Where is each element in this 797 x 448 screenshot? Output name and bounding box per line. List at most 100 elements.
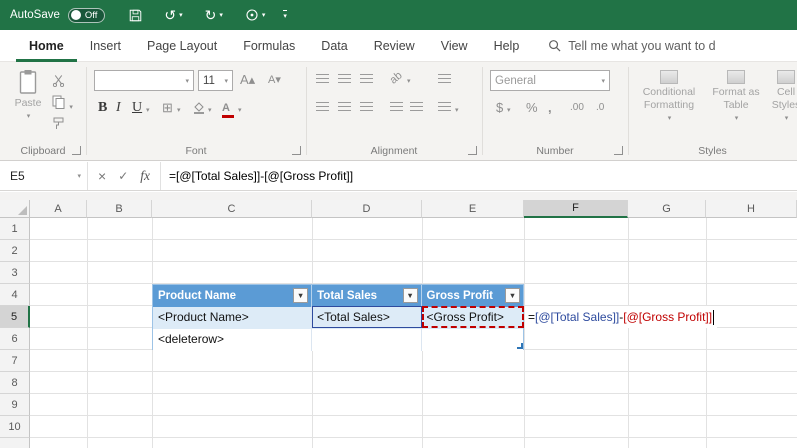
cell-styles-button[interactable]: Cell Styles ▾ xyxy=(766,70,797,122)
orientation-icon[interactable]: ab xyxy=(388,69,405,86)
decrease-decimal-icon[interactable]: .0 xyxy=(596,103,604,113)
table-header-total-sales[interactable]: Total Sales ▼ xyxy=(312,285,422,307)
row-header-11[interactable] xyxy=(0,438,30,448)
row-header-2[interactable]: 2 xyxy=(0,240,30,262)
column-header-b[interactable]: B xyxy=(87,200,152,218)
fill-color-icon[interactable] xyxy=(192,101,205,117)
column-header-e[interactable]: E xyxy=(422,200,524,218)
paste-button[interactable]: Paste ▾ xyxy=(8,69,48,120)
format-as-table-button[interactable]: Format as Table ▾ xyxy=(708,70,764,122)
table-header-product-name[interactable]: Product Name ▼ xyxy=(153,285,313,307)
accounting-format-icon[interactable]: $ xyxy=(496,101,503,114)
increase-font-size-icon[interactable]: A▴ xyxy=(240,73,255,86)
font-color-icon[interactable]: A xyxy=(222,100,234,118)
filter-dropdown-icon[interactable]: ▼ xyxy=(402,288,418,303)
cell-C6[interactable]: <deleterow> xyxy=(153,329,313,351)
tab-data[interactable]: Data xyxy=(308,30,360,62)
cell-C5[interactable]: <Product Name> xyxy=(153,307,313,329)
increase-indent-icon[interactable] xyxy=(410,102,423,112)
format-painter-button[interactable] xyxy=(52,117,65,134)
chevron-down-icon[interactable]: ▾ xyxy=(407,77,411,85)
row-header-4[interactable]: 4 xyxy=(0,284,30,306)
decrease-indent-icon[interactable] xyxy=(390,102,403,112)
align-middle-icon[interactable] xyxy=(338,74,351,84)
borders-icon[interactable]: ⊞ xyxy=(162,101,173,114)
column-header-f[interactable]: F xyxy=(524,200,628,218)
tab-formulas[interactable]: Formulas xyxy=(230,30,308,62)
dialog-launcher-icon[interactable] xyxy=(614,146,623,155)
formula-input[interactable]: =[@[Total Sales]]-[@[Gross Profit]] xyxy=(161,162,353,190)
copy-button[interactable]: ▾ xyxy=(52,95,73,112)
save-button[interactable] xyxy=(129,9,142,22)
font-name-select[interactable]: ▾ xyxy=(94,70,194,91)
chevron-down-icon[interactable]: ▾ xyxy=(262,11,266,19)
align-left-icon[interactable] xyxy=(316,102,329,112)
chevron-down-icon[interactable]: ▾ xyxy=(177,106,181,114)
enter-icon[interactable]: ✓ xyxy=(118,169,128,183)
cell-E6[interactable] xyxy=(422,329,523,351)
row-header-3[interactable]: 3 xyxy=(0,262,30,284)
row-header-1[interactable]: 1 xyxy=(0,218,30,240)
chevron-down-icon[interactable]: ▾ xyxy=(77,172,81,180)
column-header-g[interactable]: G xyxy=(628,200,706,218)
tab-help[interactable]: Help xyxy=(481,30,533,62)
row-header-5[interactable]: 5 xyxy=(0,306,30,328)
row-header-9[interactable]: 9 xyxy=(0,394,30,416)
redo-button[interactable]: ↻ ▾ xyxy=(205,8,223,22)
tab-home[interactable]: Home xyxy=(16,30,77,62)
insert-function-icon[interactable]: fx xyxy=(140,168,150,184)
underline-button[interactable]: U xyxy=(132,100,142,116)
italic-button[interactable]: I xyxy=(116,100,121,116)
align-center-icon[interactable] xyxy=(338,102,351,112)
font-size-select[interactable]: 11 ▾ xyxy=(198,70,233,91)
chevron-down-icon[interactable]: ▾ xyxy=(208,106,212,114)
row-header-8[interactable]: 8 xyxy=(0,372,30,394)
chevron-down-icon[interactable]: ▾ xyxy=(238,106,242,114)
cut-button[interactable] xyxy=(52,74,65,90)
cancel-icon[interactable]: × xyxy=(98,168,106,184)
decrease-font-size-icon[interactable]: A▾ xyxy=(268,75,281,86)
row-header-6[interactable]: 6 xyxy=(0,328,30,350)
chevron-down-icon[interactable]: ▾ xyxy=(507,106,511,114)
row-header-10[interactable]: 10 xyxy=(0,416,30,438)
tab-insert[interactable]: Insert xyxy=(77,30,134,62)
increase-decimal-icon[interactable]: .00 xyxy=(570,103,584,113)
align-top-icon[interactable] xyxy=(316,74,329,84)
align-bottom-icon[interactable] xyxy=(360,74,373,84)
table-header-gross-profit[interactable]: Gross Profit ▼ xyxy=(421,285,523,307)
chevron-down-icon[interactable]: ▾ xyxy=(179,11,183,19)
name-box[interactable]: E5 ▾ xyxy=(0,162,88,190)
touch-mouse-mode-button[interactable]: ▾ xyxy=(245,8,266,22)
chevron-down-icon[interactable]: ▾ xyxy=(219,11,223,19)
dialog-launcher-icon[interactable] xyxy=(468,146,477,155)
dialog-launcher-icon[interactable] xyxy=(72,146,81,155)
select-all-corner[interactable] xyxy=(0,200,30,218)
number-format-select[interactable]: General ▾ xyxy=(490,70,610,91)
merge-center-icon[interactable] xyxy=(438,102,451,112)
dialog-launcher-icon[interactable] xyxy=(292,146,301,155)
column-header-h[interactable]: H xyxy=(706,200,797,218)
wrap-text-icon[interactable] xyxy=(438,74,451,84)
column-header-a[interactable]: A xyxy=(30,200,87,218)
comma-style-icon[interactable]: , xyxy=(548,101,552,114)
align-right-icon[interactable] xyxy=(360,102,373,112)
tell-me-search[interactable]: Tell me what you want to d xyxy=(548,39,716,53)
bold-button[interactable]: B xyxy=(98,100,107,116)
conditional-formatting-button[interactable]: Conditional Formatting ▾ xyxy=(634,70,704,122)
undo-button[interactable]: ↺ ▾ xyxy=(164,8,182,22)
column-header-d[interactable]: D xyxy=(312,200,422,218)
filter-dropdown-icon[interactable]: ▼ xyxy=(293,288,309,303)
percent-style-icon[interactable]: % xyxy=(526,101,538,114)
tab-view[interactable]: View xyxy=(428,30,481,62)
chevron-down-icon[interactable]: ▾ xyxy=(146,106,150,114)
column-header-c[interactable]: C xyxy=(152,200,312,218)
customize-quick-access-toolbar-icon[interactable]: ▾ xyxy=(283,10,287,20)
autosave-toggle[interactable]: Off xyxy=(67,7,106,23)
cell-D6[interactable] xyxy=(312,329,422,351)
active-cell-editor[interactable]: = [@[Total Sales]] - [@[Gross Profit]] xyxy=(525,306,718,328)
filter-dropdown-icon[interactable]: ▼ xyxy=(505,288,520,303)
row-header-7[interactable]: 7 xyxy=(0,350,30,372)
chevron-down-icon[interactable]: ▾ xyxy=(455,106,459,114)
table-resize-handle[interactable] xyxy=(517,343,523,349)
tab-review[interactable]: Review xyxy=(361,30,428,62)
